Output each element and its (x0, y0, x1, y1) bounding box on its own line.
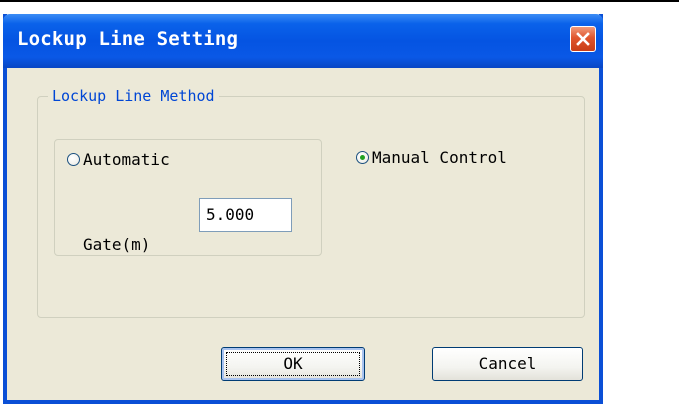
ok-button[interactable]: OK (221, 347, 365, 381)
manual-control-radio-option[interactable]: Manual Control (356, 148, 507, 167)
group-legend: Lockup Line Method (48, 87, 219, 105)
gate-label: Gate(m) (83, 235, 151, 254)
automatic-radio[interactable] (67, 153, 80, 166)
lockup-line-dialog: Lockup Line Setting Lockup Line Method A… (3, 14, 603, 404)
automatic-label: Automatic (83, 150, 170, 169)
title-bar[interactable]: Lockup Line Setting (3, 14, 603, 68)
automatic-radio-option[interactable]: Automatic (67, 150, 170, 169)
gate-input[interactable]: 5.000 (199, 198, 292, 232)
manual-control-radio[interactable] (356, 151, 369, 164)
ok-button-label: OK (283, 354, 303, 373)
top-divider (0, 0, 679, 2)
close-icon (576, 32, 590, 46)
dialog-title: Lockup Line Setting (17, 28, 239, 50)
lockup-line-method-group: Lockup Line Method Automatic Gate(m) Man… (37, 87, 585, 318)
cancel-button-label: Cancel (478, 354, 537, 373)
close-button[interactable] (570, 26, 596, 52)
manual-control-label: Manual Control (372, 148, 507, 167)
cancel-button[interactable]: Cancel (432, 347, 583, 381)
